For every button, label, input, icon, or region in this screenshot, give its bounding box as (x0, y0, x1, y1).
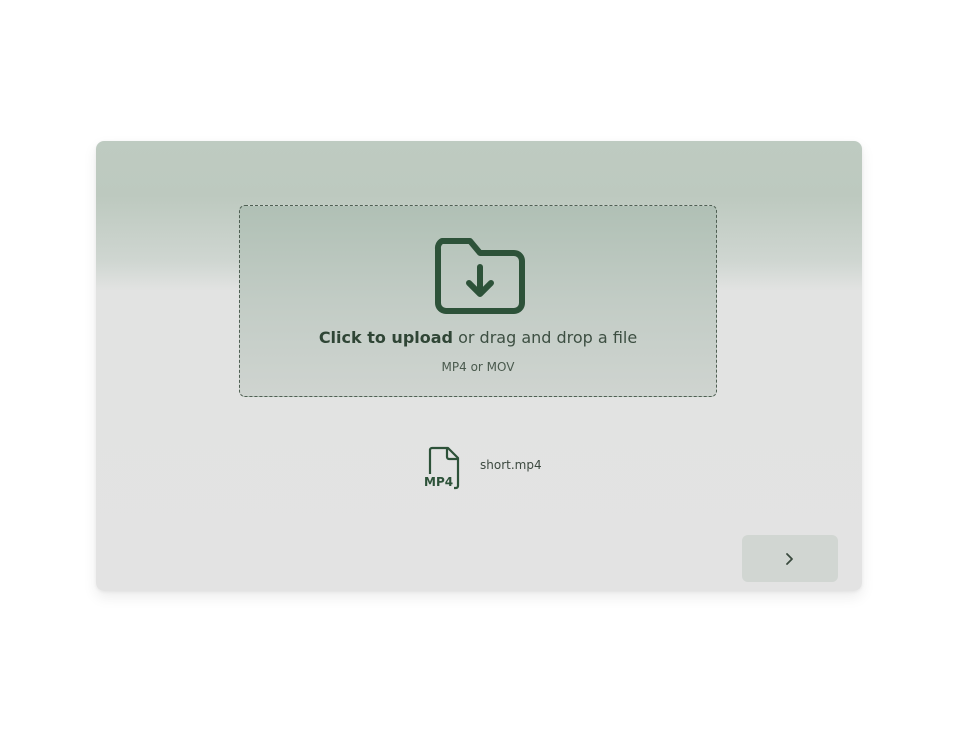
mp4-file-icon: MP4 (422, 446, 462, 490)
file-type-badge: MP4 (424, 475, 453, 489)
folder-download-icon (434, 238, 525, 314)
chevron-right-icon (786, 552, 793, 565)
click-to-upload-link[interactable]: Click to upload (319, 328, 453, 347)
file-name: short.mp4 (480, 458, 542, 472)
next-button[interactable] (742, 535, 838, 582)
upload-instructions: Click to upload or drag and drop a file (240, 328, 716, 347)
uploaded-file-item: MP4 short.mp4 (422, 446, 542, 490)
accepted-formats: MP4 or MOV (441, 360, 515, 374)
file-dropzone[interactable]: Click to upload or drag and drop a file … (239, 205, 717, 397)
drag-drop-text: or drag and drop a file (453, 328, 638, 347)
upload-card: Click to upload or drag and drop a file … (96, 141, 862, 591)
